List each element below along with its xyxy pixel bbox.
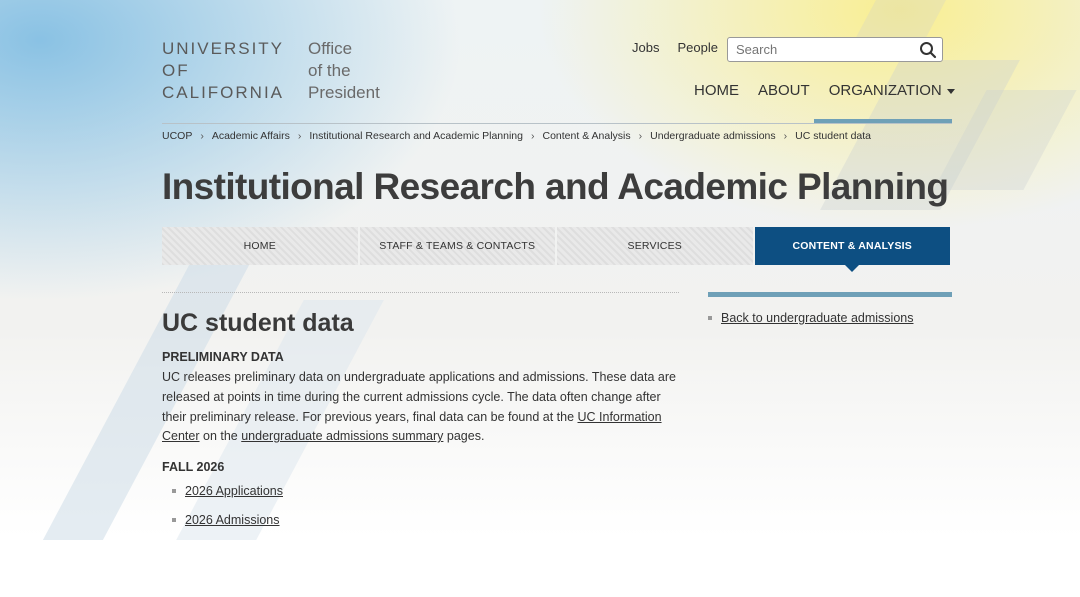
page-title: UC student data <box>162 309 354 337</box>
bullet-icon <box>172 489 176 493</box>
chevron-down-icon <box>946 88 955 94</box>
paragraph-text: pages. <box>443 429 485 444</box>
paragraph-text: on the <box>199 429 242 444</box>
breadcrumb-separator: › <box>297 130 302 142</box>
main-nav-organization-label: ORGANIZATION <box>828 82 942 99</box>
search-input[interactable] <box>736 42 911 57</box>
bullet-icon <box>708 316 712 320</box>
sidebar-divider <box>708 292 952 297</box>
breadcrumb-irap[interactable]: Institutional Research and Academic Plan… <box>309 130 523 142</box>
2026-admissions-link[interactable]: 2026 Admissions <box>185 513 280 527</box>
section-nav: HOME STAFF & TEAMS & CONTACTS SERVICES C… <box>162 227 950 272</box>
sidebar-list-item: Back to undergraduate admissions <box>708 311 913 325</box>
breadcrumb-separator: › <box>638 130 643 142</box>
fall-2026-heading: FALL 2026 <box>162 460 225 474</box>
logo-line: UNIVERSITY <box>162 39 285 58</box>
main-nav-home[interactable]: HOME <box>694 82 739 99</box>
2026-applications-link[interactable]: 2026 Applications <box>185 484 283 498</box>
logo-line: OF <box>162 61 190 80</box>
back-to-undergraduate-admissions-link[interactable]: Back to undergraduate admissions <box>721 311 913 325</box>
breadcrumb-separator: › <box>200 130 204 142</box>
breadcrumb-academic-affairs[interactable]: Academic Affairs <box>212 130 290 142</box>
list-item: 2026 Applications <box>172 484 283 498</box>
main-nav-about[interactable]: ABOUT <box>758 82 810 99</box>
bullet-icon <box>172 518 176 522</box>
breadcrumb-separator: › <box>783 130 788 142</box>
preliminary-data-paragraph: UC releases preliminary data on undergra… <box>162 368 682 447</box>
header-divider <box>162 123 952 124</box>
tab-services[interactable]: SERVICES <box>557 227 753 265</box>
page: UNIVERSITY OF CALIFORNIA Office of the P… <box>0 0 1080 597</box>
logo-line: CALIFORNIA <box>162 83 285 102</box>
breadcrumb-separator: › <box>531 130 535 142</box>
logo-line: of the <box>308 61 351 80</box>
list-item: 2026 Admissions <box>172 513 280 527</box>
main-nav: HOME ABOUT ORGANIZATION <box>694 82 955 99</box>
logo-office-of-the-president: Office of the President <box>308 38 380 104</box>
jobs-link[interactable]: Jobs <box>632 40 659 55</box>
search-box <box>727 37 943 62</box>
breadcrumb-current: UC student data <box>795 130 872 142</box>
preliminary-data-heading: PRELIMINARY DATA <box>162 350 284 364</box>
breadcrumb: UCOP › Academic Affairs › Institutional … <box>162 130 871 142</box>
main-nav-organization[interactable]: ORGANIZATION <box>829 82 955 99</box>
logo-line: President <box>308 83 380 102</box>
tab-content-analysis[interactable]: CONTENT & ANALYSIS <box>754 227 950 272</box>
utility-nav: Jobs People <box>632 40 718 55</box>
ucop-logo[interactable]: UNIVERSITY OF CALIFORNIA Office of the P… <box>162 38 380 104</box>
breadcrumb-ucop[interactable]: UCOP <box>162 130 192 142</box>
content-divider <box>162 292 679 293</box>
search-icon[interactable] <box>919 41 937 59</box>
breadcrumb-content-analysis[interactable]: Content & Analysis <box>543 130 631 142</box>
breadcrumb-undergraduate-admissions[interactable]: Undergraduate admissions <box>650 130 776 142</box>
logo-university-of-california: UNIVERSITY OF CALIFORNIA <box>162 38 284 104</box>
tab-staff-teams-contacts[interactable]: STAFF & TEAMS & CONTACTS <box>359 227 555 265</box>
tab-home[interactable]: HOME <box>162 227 358 265</box>
undergraduate-admissions-summary-link[interactable]: undergraduate admissions summary <box>241 429 443 443</box>
logo-line: Office <box>308 39 353 58</box>
people-link[interactable]: People <box>677 40 717 55</box>
site-title: Institutional Research and Academic Plan… <box>162 166 949 207</box>
